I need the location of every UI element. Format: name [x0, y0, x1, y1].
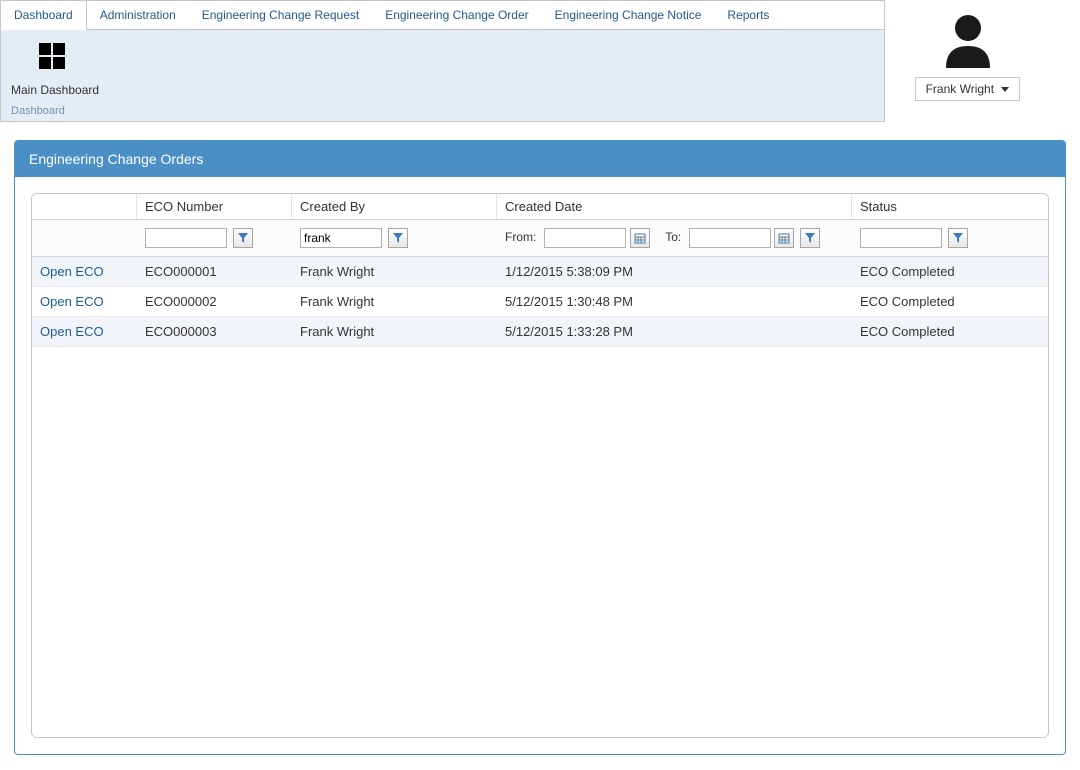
cell-eco-number: ECO000003 — [137, 320, 292, 343]
filter-status-input[interactable] — [860, 228, 942, 248]
caret-down-icon — [1001, 87, 1009, 92]
filter-status-button[interactable] — [948, 228, 968, 248]
tab-bar: Dashboard Administration Engineering Cha… — [0, 0, 885, 30]
eco-panel: Engineering Change Orders ECO Number Cre… — [14, 140, 1066, 755]
filter-eco-number-button[interactable] — [233, 228, 253, 248]
cell-created-date: 5/12/2015 1:33:28 PM — [497, 320, 852, 343]
cell-created-by: Frank Wright — [292, 320, 497, 343]
to-label: To: — [665, 230, 681, 244]
tab-ecr[interactable]: Engineering Change Request — [189, 1, 372, 29]
from-label: From: — [505, 230, 536, 244]
user-name-label: Frank Wright — [926, 82, 994, 96]
cell-created-by: Frank Wright — [292, 290, 497, 313]
cell-eco-number: ECO000001 — [137, 260, 292, 283]
filter-from-date-input[interactable] — [544, 228, 626, 248]
cell-eco-number: ECO000002 — [137, 290, 292, 313]
open-eco-link[interactable]: Open ECO — [32, 260, 137, 283]
filter-to-date-input[interactable] — [689, 228, 771, 248]
tab-eco[interactable]: Engineering Change Order — [372, 1, 541, 29]
to-date-calendar-button[interactable] — [774, 228, 794, 248]
grid-header-row: ECO Number Created By Created Date Statu… — [32, 194, 1048, 220]
user-section: Frank Wright — [885, 0, 1080, 122]
ribbon-group-title: Dashboard — [11, 105, 99, 117]
funnel-icon — [953, 233, 963, 243]
table-row[interactable]: Open ECO ECO000002 Frank Wright 5/12/201… — [32, 287, 1048, 317]
table-row[interactable]: Open ECO ECO000003 Frank Wright 5/12/201… — [32, 317, 1048, 347]
ribbon-body: Main Dashboard Dashboard — [0, 30, 885, 122]
grid-body[interactable]: Open ECO ECO000001 Frank Wright 1/12/201… — [32, 257, 1048, 737]
table-row[interactable]: Open ECO ECO000001 Frank Wright 1/12/201… — [32, 257, 1048, 287]
cell-status: ECO Completed — [852, 320, 1048, 343]
tab-ecn[interactable]: Engineering Change Notice — [542, 1, 715, 29]
from-date-calendar-button[interactable] — [630, 228, 650, 248]
grid-tiles-icon[interactable] — [38, 42, 72, 76]
filter-date-button[interactable] — [800, 228, 820, 248]
funnel-icon — [805, 233, 815, 243]
panel-title: Engineering Change Orders — [15, 141, 1065, 177]
tab-administration[interactable]: Administration — [87, 1, 189, 29]
cell-status: ECO Completed — [852, 290, 1048, 313]
cell-status: ECO Completed — [852, 260, 1048, 283]
nav-ribbon: Dashboard Administration Engineering Cha… — [0, 0, 885, 122]
funnel-icon — [238, 233, 248, 243]
header-action[interactable] — [32, 194, 137, 219]
cell-created-date: 1/12/2015 5:38:09 PM — [497, 260, 852, 283]
open-eco-link[interactable]: Open ECO — [32, 320, 137, 343]
grid-filter-row: From: To: — [32, 220, 1048, 257]
header-created-date[interactable]: Created Date — [497, 194, 852, 219]
calendar-icon — [634, 232, 646, 244]
cell-created-date: 5/12/2015 1:30:48 PM — [497, 290, 852, 313]
user-avatar-icon — [938, 10, 998, 71]
eco-grid: ECO Number Created By Created Date Statu… — [31, 193, 1049, 738]
header-eco-number[interactable]: ECO Number — [137, 194, 292, 219]
user-dropdown[interactable]: Frank Wright — [915, 77, 1021, 101]
open-eco-link[interactable]: Open ECO — [32, 290, 137, 313]
ribbon-group-dashboard: Main Dashboard Dashboard — [11, 38, 99, 117]
tab-dashboard[interactable]: Dashboard — [1, 1, 87, 30]
main-dashboard-label[interactable]: Main Dashboard — [11, 83, 99, 97]
header-status[interactable]: Status — [852, 194, 1048, 219]
header-created-by[interactable]: Created By — [292, 194, 497, 219]
filter-created-by-input[interactable] — [300, 228, 382, 248]
funnel-icon — [393, 233, 403, 243]
tab-reports[interactable]: Reports — [714, 1, 782, 29]
calendar-icon — [778, 232, 790, 244]
cell-created-by: Frank Wright — [292, 260, 497, 283]
filter-eco-number-input[interactable] — [145, 228, 227, 248]
filter-created-by-button[interactable] — [388, 228, 408, 248]
